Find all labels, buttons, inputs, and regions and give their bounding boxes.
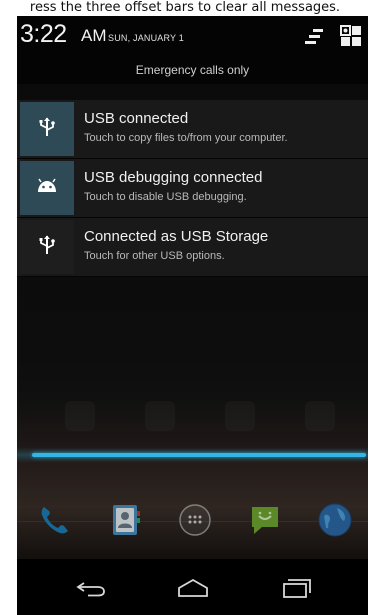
handle-bar xyxy=(32,453,366,457)
clock-ampm: AM xyxy=(81,26,107,45)
clear-all-icon[interactable] xyxy=(304,28,324,46)
notification-usb-connected[interactable]: USB connected Touch to copy files to/fro… xyxy=(17,100,368,159)
notification-text: Touch for other USB options. xyxy=(84,250,225,262)
date-label: SUN, JANUARY 1 xyxy=(108,33,184,43)
quick-settings-icon[interactable] xyxy=(340,25,362,47)
phone-screen: 3:22 AM SUN, JANUARY 1 Emergency calls o… xyxy=(17,16,368,615)
notification-title: USB connected xyxy=(84,110,189,127)
home-icon[interactable] xyxy=(163,571,223,605)
notification-text: Touch to copy files to/from your compute… xyxy=(84,132,288,144)
android-bug-icon xyxy=(36,178,58,199)
shade-handle[interactable] xyxy=(17,447,368,463)
instruction-text: ress the three offset bars to clear all … xyxy=(29,0,341,15)
shade-header: 3:22 AM SUN, JANUARY 1 xyxy=(17,16,368,56)
back-icon[interactable] xyxy=(61,571,121,605)
notification-usb-storage[interactable]: Connected as USB Storage Touch for other… xyxy=(17,218,368,277)
usb-icon xyxy=(38,117,56,142)
usb-icon xyxy=(38,235,56,260)
notification-title: Connected as USB Storage xyxy=(84,228,269,245)
clock-time: 3:22 xyxy=(20,20,67,48)
recents-icon[interactable] xyxy=(267,571,327,605)
notification-icon-box xyxy=(20,220,74,274)
notification-usb-debugging[interactable]: USB debugging connected Touch to disable… xyxy=(17,159,368,218)
navigation-bar xyxy=(17,559,368,615)
notification-title: USB debugging connected xyxy=(84,169,263,186)
emergency-calls-label: Emergency calls only xyxy=(17,56,368,84)
notification-icon-box xyxy=(20,161,74,215)
screen: ress the three offset bars to clear all … xyxy=(0,0,370,615)
notification-text: Touch to disable USB debugging. xyxy=(84,191,247,203)
notification-icon-box xyxy=(20,102,74,156)
